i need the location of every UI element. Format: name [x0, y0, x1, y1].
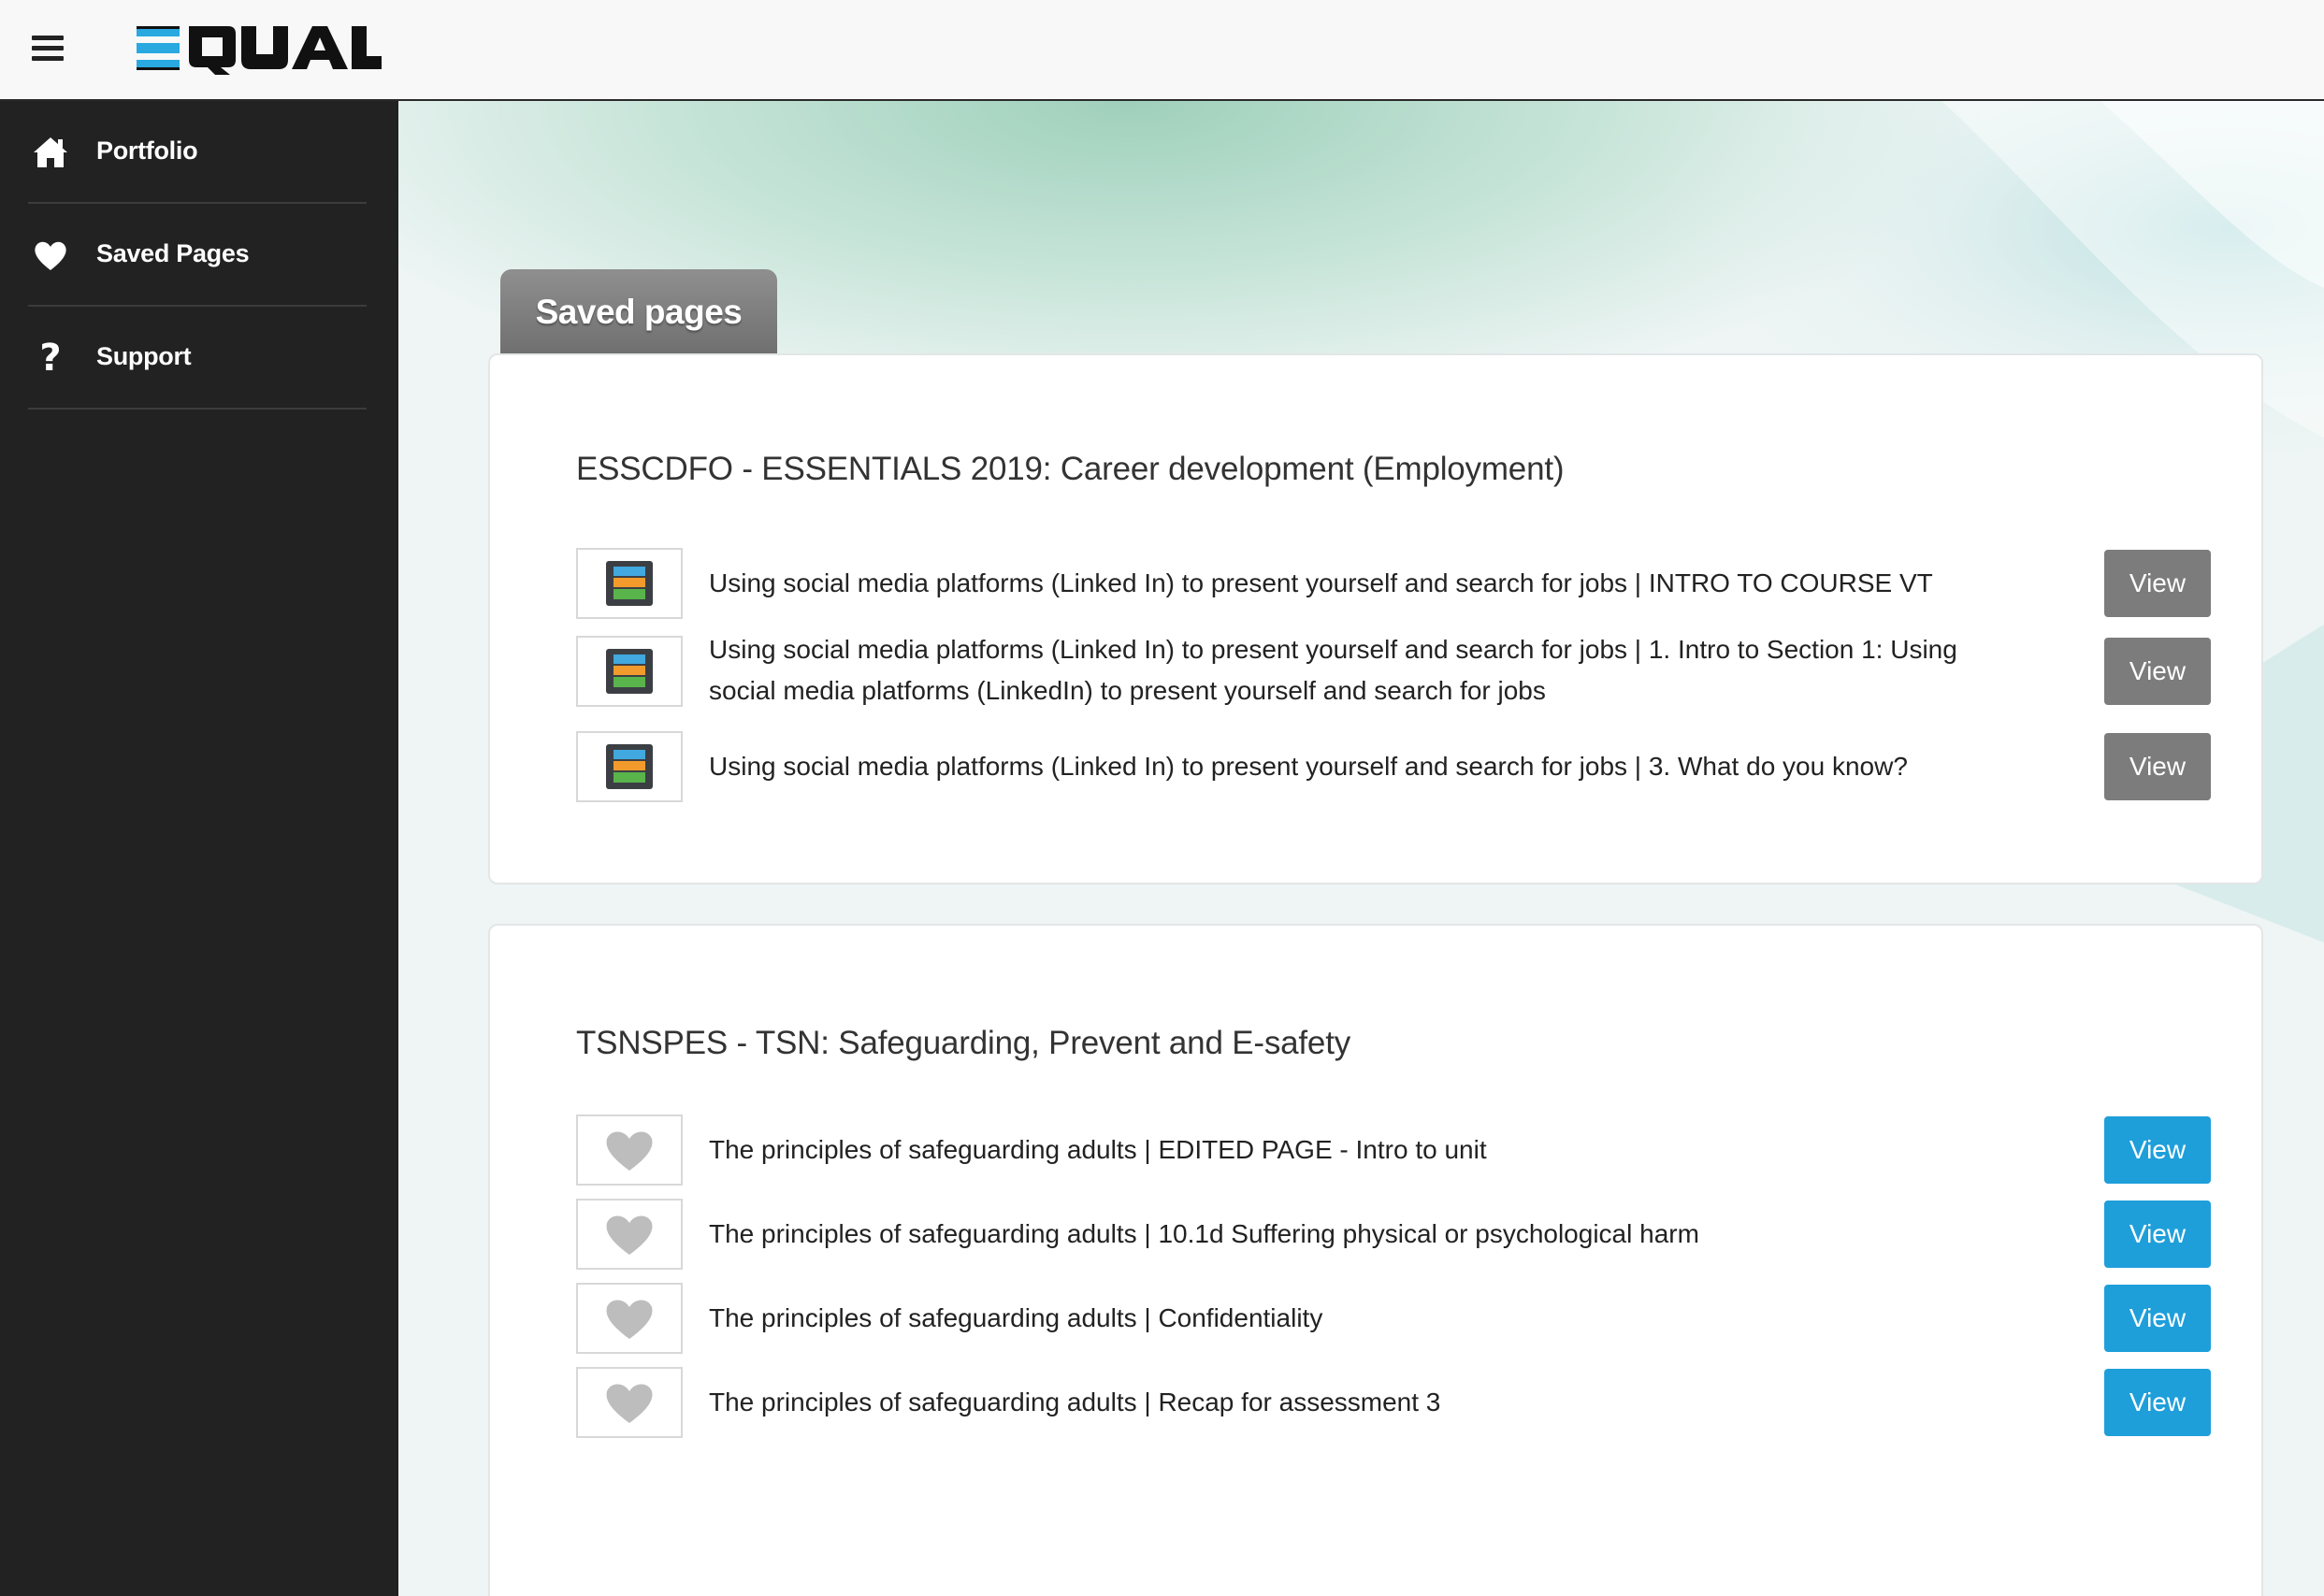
saved-page-title[interactable]: Using social media platforms (Linked In)…: [709, 563, 2018, 604]
top-header: [0, 0, 2324, 101]
saved-page-title[interactable]: The principles of safeguarding adults | …: [709, 1298, 2018, 1339]
sidebar-item-portfolio[interactable]: Portfolio: [28, 101, 367, 204]
home-icon: [34, 137, 67, 167]
main-content: Saved pages ESSCDFO - ESSENTIALS 2019: C…: [398, 101, 2324, 1596]
saved-page-title[interactable]: The principles of safeguarding adults | …: [709, 1129, 2018, 1171]
list-item: Using social media platforms (Linked In)…: [576, 548, 2211, 619]
page-thumbnail-icon[interactable]: [576, 731, 683, 802]
list-item: The principles of safeguarding adults | …: [576, 1283, 2211, 1354]
view-button[interactable]: View: [2104, 1116, 2211, 1184]
heart-icon: [35, 241, 66, 270]
saved-pages-tab: Saved pages: [500, 269, 777, 355]
sidebar-item-support[interactable]: ? Support: [28, 307, 367, 410]
list-item: The principles of safeguarding adults | …: [576, 1114, 2211, 1186]
heart-icon[interactable]: [576, 1283, 683, 1354]
list-item: Using social media platforms (Linked In)…: [576, 632, 2211, 716]
page-thumbnail-icon[interactable]: [576, 548, 683, 619]
sidebar-item-label: Portfolio: [96, 137, 198, 165]
view-button[interactable]: View: [2104, 1285, 2211, 1352]
view-button[interactable]: View: [2104, 638, 2211, 705]
course-title: ESSCDFO - ESSENTIALS 2019: Career develo…: [576, 451, 1565, 487]
heart-icon[interactable]: [576, 1199, 683, 1270]
view-button[interactable]: View: [2104, 733, 2211, 800]
list-item: The principles of safeguarding adults | …: [576, 1199, 2211, 1270]
view-button[interactable]: View: [2104, 550, 2211, 617]
sidebar-item-saved-pages[interactable]: Saved Pages: [28, 204, 367, 307]
sidebar: Portfolio Saved Pages ? Support: [0, 101, 398, 1596]
saved-pages-group-card: TSNSPES - TSN: Safeguarding, Prevent and…: [488, 924, 2263, 1596]
view-button[interactable]: View: [2104, 1369, 2211, 1436]
saved-page-title[interactable]: Using social media platforms (Linked In)…: [709, 629, 2018, 712]
view-button[interactable]: View: [2104, 1201, 2211, 1268]
question-icon: ?: [39, 337, 62, 380]
course-title: TSNSPES - TSN: Safeguarding, Prevent and…: [576, 1025, 1351, 1061]
saved-pages-group-card: ESSCDFO - ESSENTIALS 2019: Career develo…: [488, 353, 2263, 884]
list-item: The principles of safeguarding adults | …: [576, 1367, 2211, 1438]
hamburger-menu-icon[interactable]: [32, 32, 65, 65]
heart-icon[interactable]: [576, 1114, 683, 1186]
saved-page-title[interactable]: The principles of safeguarding adults | …: [709, 1214, 2018, 1255]
saved-page-title[interactable]: Using social media platforms (Linked In)…: [709, 746, 2018, 787]
saved-page-title[interactable]: The principles of safeguarding adults | …: [709, 1382, 2018, 1423]
sidebar-item-label: Saved Pages: [96, 239, 250, 267]
list-item: Using social media platforms (Linked In)…: [576, 731, 2211, 802]
equal-logo[interactable]: [135, 22, 383, 79]
sidebar-item-label: Support: [96, 342, 192, 370]
page-thumbnail-icon[interactable]: [576, 636, 683, 707]
heart-icon[interactable]: [576, 1367, 683, 1438]
